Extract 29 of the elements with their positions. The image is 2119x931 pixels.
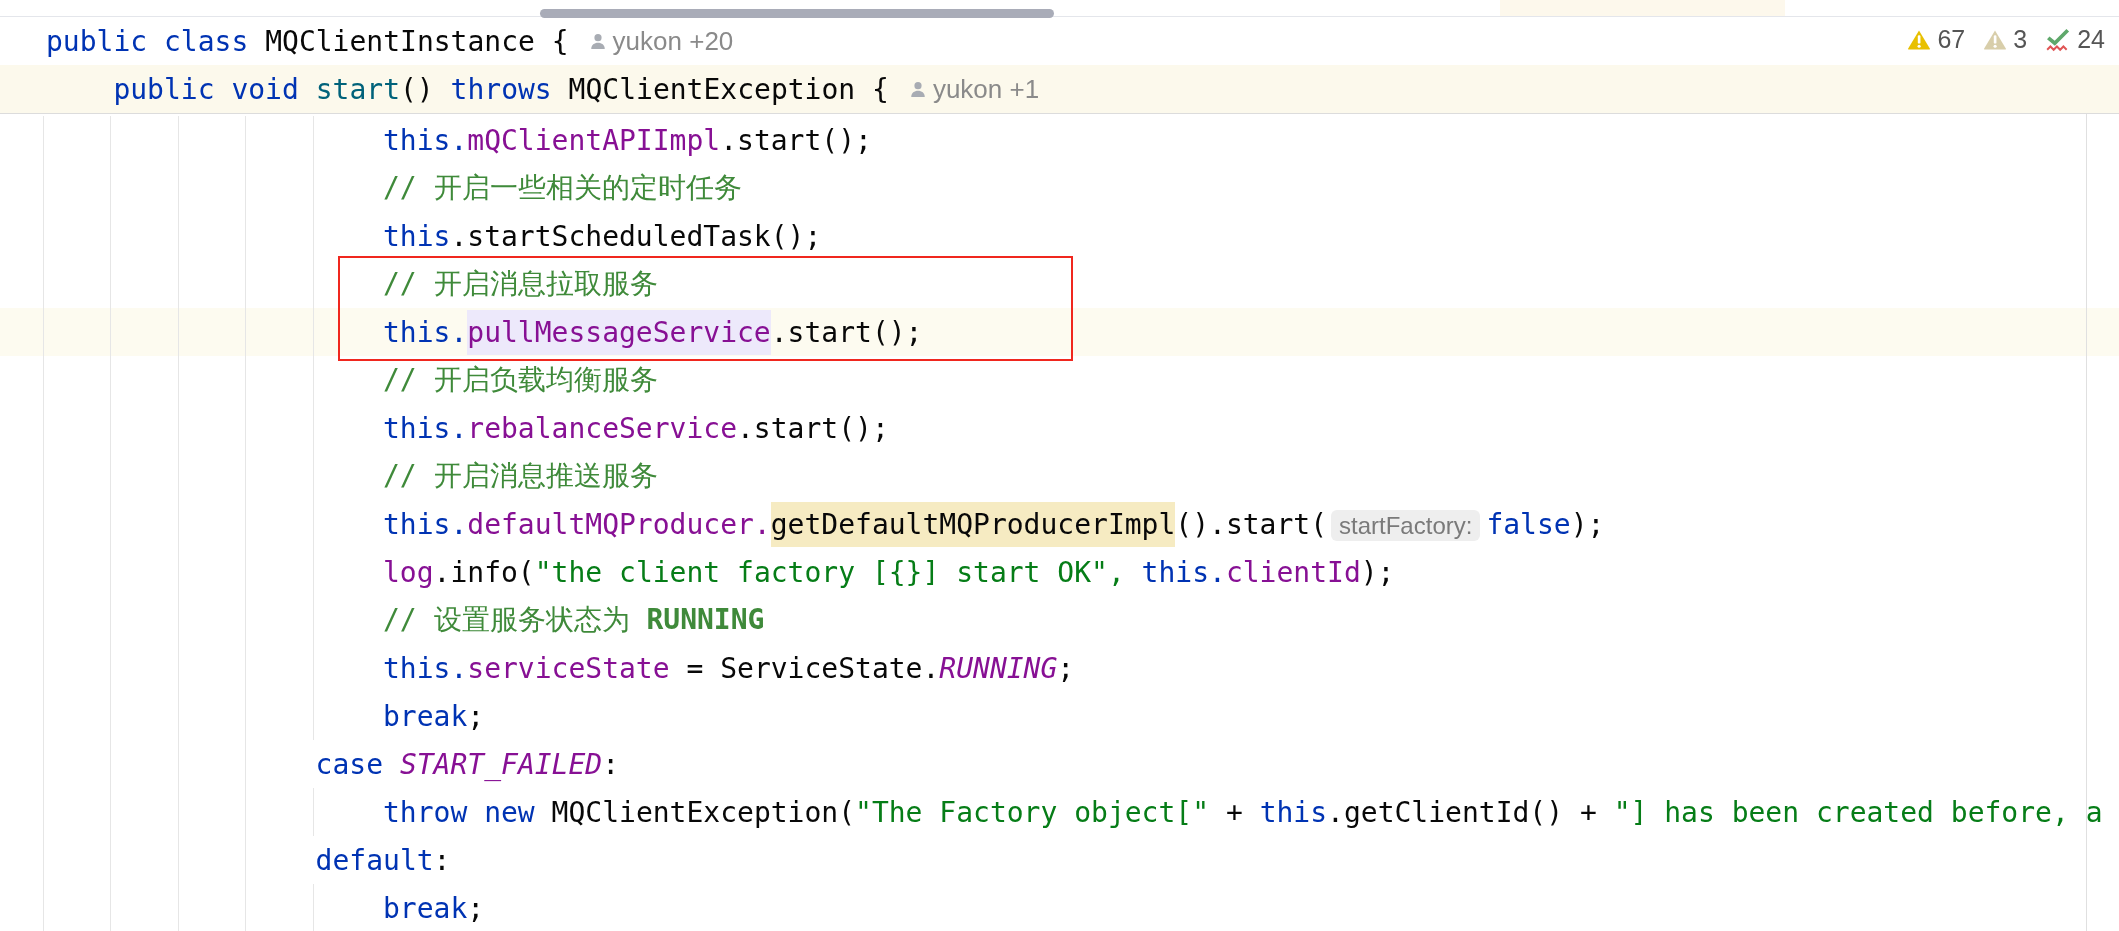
code-line: public class MQClientInstance { [46,24,569,58]
inspection-count: 67 [1937,25,1966,54]
current-line-highlight: this.startScheduledTask(); [0,212,2119,260]
current-line-highlight: this.defaultMQProducer.getDefaultMQProducerImpl().start( startFactory: false); [0,500,2119,548]
check-icon[interactable] [2045,27,2072,52]
warning-icon[interactable] [1907,28,1932,51]
inspection-count: 3 [2013,25,2028,54]
scrollbar-thumb[interactable] [540,9,1054,18]
sticky-line[interactable]: public class MQClientInstance { yukon +20 67 3 24 [0,17,2119,65]
current-line-highlight: break; [0,884,2119,931]
current-line-highlight: case START_FAILED: [0,740,2119,788]
current-line-highlight: // 设置服务状态为 RUNNING [0,596,2119,644]
inspection-count: 24 [2077,25,2105,54]
warning-icon[interactable] [1983,28,2008,51]
current-line-highlight: // 开启一些相关的定时任务 [0,164,2119,212]
current-line-highlight: this.rebalanceService.start(); [0,404,2119,452]
person-icon [908,80,927,98]
current-line-highlight: break; [0,692,2119,740]
person-icon [588,32,607,50]
current-line-highlight: this.serviceState = ServiceState.RUNNING; [0,644,2119,692]
current-line-highlight: // 开启负载均衡服务 [0,356,2119,404]
current-line-highlight: // 开启消息推送服务 [0,452,2119,500]
code-line: public void start() throws MQClientException { [113,72,889,106]
current-line-highlight: log.info("the client factory [{}] start OK", this.clientId); [0,548,2119,596]
current-line-highlight: this.pullMessageService.start(); [0,308,2119,356]
current-line-highlight: default: [0,836,2119,884]
current-line-highlight: throw new MQClientException("The Factory object[" + this.getClientId() + "] has been created before, a [0,788,2119,836]
current-line-highlight: // 开启消息拉取服务 [0,260,2119,308]
current-line-highlight: this.mQClientAPIImpl.start(); [0,116,2119,164]
